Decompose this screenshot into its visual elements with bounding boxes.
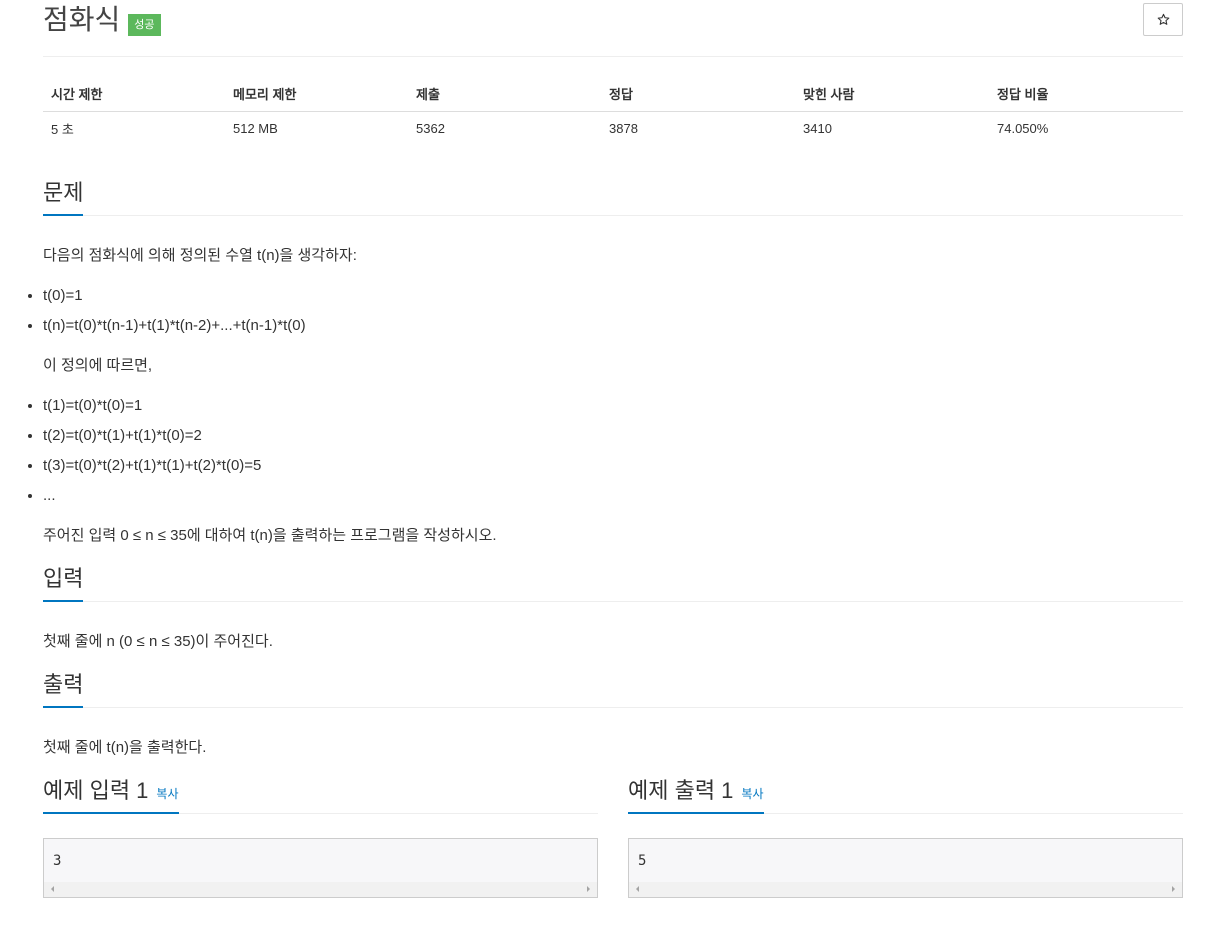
example-list: t(1)=t(0)*t(0)=1 t(2)=t(0)*t(1)+t(1)*t(0…	[43, 391, 1183, 511]
sample-output-box: 5	[628, 838, 1183, 898]
description-heading: 문제	[43, 175, 1183, 216]
input-body: 첫째 줄에 n (0 ≤ n ≤ 35)이 주어진다.	[43, 630, 1183, 654]
output-text: 첫째 줄에 t(n)을 출력한다.	[43, 739, 207, 756]
output-body: 첫째 줄에 t(n)을 출력한다.	[43, 736, 1183, 760]
problem-stats-table: 시간 제한 메모리 제한 제출 정답 맞힌 사람 정답 비율 5 초 512 M…	[43, 77, 1183, 145]
stats-header-time-limit: 시간 제한	[43, 77, 225, 112]
list-item: t(3)=t(0)*t(2)+t(1)*t(1)+t(2)*t(0)=5	[43, 451, 1183, 481]
copy-sample-output-button[interactable]: 복사	[741, 787, 763, 801]
stats-header-row: 시간 제한 메모리 제한 제출 정답 맞힌 사람 정답 비율	[43, 77, 1183, 112]
sample-input-1: 예제 입력 1 복사 3	[43, 773, 598, 898]
scroll-right-arrow-icon[interactable]	[1172, 886, 1175, 892]
stats-value-ratio: 74.050%	[997, 120, 1049, 136]
favorite-button[interactable]	[1143, 3, 1183, 36]
stats-header-solvers: 맞힌 사람	[795, 77, 989, 112]
status-badge: 성공	[128, 14, 161, 36]
output-heading-label: 출력	[43, 667, 84, 708]
list-item: ...	[43, 481, 1183, 511]
list-item: t(n)=t(0)*t(n-1)+t(1)*t(n-2)+...+t(n-1)*…	[43, 311, 1183, 341]
scroll-right-arrow-icon[interactable]	[587, 886, 590, 892]
samples-row: 예제 입력 1 복사 3 예제 출력 1 복사 5	[43, 773, 1183, 898]
sample-input-heading-label: 예제 입력 1 복사	[43, 773, 179, 814]
horizontal-scrollbar[interactable]	[629, 882, 1182, 897]
sample-input-data: 3	[53, 853, 62, 869]
stats-header-memory-limit: 메모리 제한	[225, 77, 408, 112]
stats-value-accepted: 3878	[609, 120, 638, 136]
stats-table-body: 5 초 512 MB 5362 3878 3410 74.050%	[43, 111, 1183, 145]
output-heading: 출력	[43, 667, 1183, 708]
stats-value-solvers: 3410	[803, 120, 832, 136]
scroll-left-arrow-icon[interactable]	[51, 886, 54, 892]
problem-content: 문제 다음의 점화식에 의해 정의된 수열 t(n)을 생각하자: t(0)=1…	[43, 175, 1183, 898]
input-section: 입력 첫째 줄에 n (0 ≤ n ≤ 35)이 주어진다.	[43, 561, 1183, 654]
sample-input-heading: 예제 입력 1 복사	[43, 773, 598, 814]
page-title: 점화식	[43, 4, 121, 35]
list-item: t(0)=1	[43, 281, 1183, 311]
scroll-left-arrow-icon[interactable]	[636, 886, 639, 892]
stats-header-submissions: 제출	[408, 77, 601, 112]
list-item: t(2)=t(0)*t(1)+t(1)*t(0)=2	[43, 421, 1183, 451]
stats-value-time-limit: 5 초	[51, 121, 74, 137]
list-item: t(1)=t(0)*t(0)=1	[43, 391, 1183, 421]
sample-input-title: 예제 입력 1	[43, 778, 149, 803]
stats-header-ratio: 정답 비율	[989, 77, 1183, 112]
sample-input-box: 3	[43, 838, 598, 898]
definition-list: t(0)=1 t(n)=t(0)*t(n-1)+t(1)*t(n-2)+...+…	[43, 281, 1183, 341]
input-heading: 입력	[43, 561, 1183, 602]
horizontal-scrollbar[interactable]	[44, 882, 597, 897]
stats-value-memory-limit: 512 MB	[233, 120, 278, 136]
description-intro: 다음의 점화식에 의해 정의된 수열 t(n)을 생각하자:	[43, 247, 357, 264]
sample-output-heading: 예제 출력 1 복사	[628, 773, 1183, 814]
star-icon	[1157, 13, 1169, 25]
sample-output-1: 예제 출력 1 복사 5	[628, 773, 1183, 898]
sample-output-data: 5	[638, 853, 647, 869]
sample-output-heading-label: 예제 출력 1 복사	[628, 773, 764, 814]
page-header: 점화식 성공	[43, 0, 1183, 57]
input-text: 첫째 줄에 n (0 ≤ n ≤ 35)이 주어진다.	[43, 633, 273, 650]
description-section: 문제 다음의 점화식에 의해 정의된 수열 t(n)을 생각하자: t(0)=1…	[43, 175, 1183, 548]
problem-page: 점화식 성공 시간 제한 메모리 제한 제출 정답 맞힌 사람 정답 비율 5 …	[0, 0, 1210, 936]
description-body: 다음의 점화식에 의해 정의된 수열 t(n)을 생각하자: t(0)=1 t(…	[43, 244, 1183, 548]
description-transition: 이 정의에 따르면,	[43, 357, 153, 374]
sample-output-title: 예제 출력 1	[628, 778, 734, 803]
description-heading-label: 문제	[43, 175, 84, 216]
stats-table-head: 시간 제한 메모리 제한 제출 정답 맞힌 사람 정답 비율	[43, 77, 1183, 112]
stats-value-row: 5 초 512 MB 5362 3878 3410 74.050%	[43, 111, 1183, 145]
output-section: 출력 첫째 줄에 t(n)을 출력한다.	[43, 667, 1183, 760]
title-row: 점화식 성공	[43, 0, 1183, 40]
description-task: 주어진 입력 0 ≤ n ≤ 35에 대하여 t(n)을 출력하는 프로그램을 …	[43, 527, 497, 544]
copy-sample-input-button[interactable]: 복사	[156, 787, 178, 801]
stats-value-submissions: 5362	[416, 120, 445, 136]
stats-header-accepted: 정답	[601, 77, 795, 112]
input-heading-label: 입력	[43, 561, 84, 602]
